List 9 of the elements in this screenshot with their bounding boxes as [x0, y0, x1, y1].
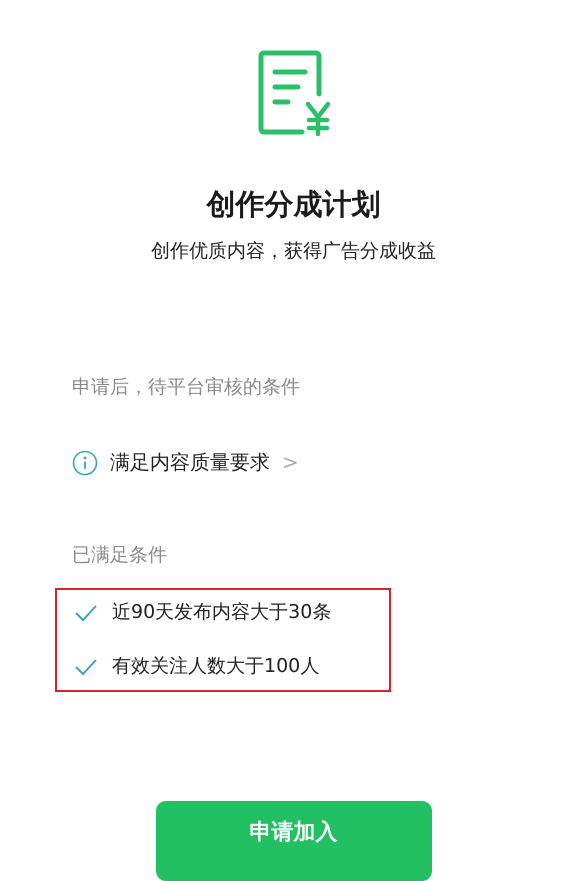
- section-label: 申请后，待平台审核的条件: [72, 376, 301, 400]
- condition-text: 近90天发布内容大于30条: [112, 601, 332, 625]
- info-icon: [72, 450, 98, 476]
- chevron-text: >: [282, 450, 299, 476]
- page-subtitle: 创作优质内容，获得广告分成收益: [151, 240, 436, 264]
- condition-link[interactable]: 满足内容质量要求: [110, 450, 270, 476]
- condition-text: 有效关注人数大于100人: [112, 654, 320, 678]
- section-label: 已满足条件: [72, 544, 168, 568]
- page-title: 创作分成计划: [206, 186, 380, 222]
